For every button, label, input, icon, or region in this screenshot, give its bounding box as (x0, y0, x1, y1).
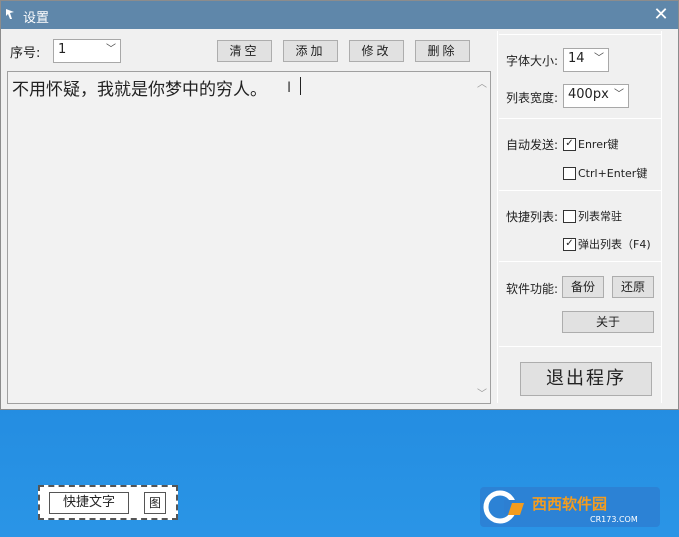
edit-button[interactable]: 修改 (349, 40, 404, 62)
divider (499, 190, 661, 191)
chevron-down-icon: ﹀ (106, 44, 116, 55)
quicklist-label: 快捷列表: (506, 210, 559, 224)
sequence-value: 1 (58, 42, 67, 57)
sequence-select[interactable]: 1 ﹀ (53, 39, 121, 63)
enter-checkbox[interactable]: ✓ Enrer键 (563, 136, 619, 152)
chevron-down-icon: ﹀ (594, 53, 604, 64)
scroll-up-icon[interactable]: ︿ (474, 75, 490, 90)
settings-window: 设置 ✕ 序号: 1 ﹀ 清空 添加 修改 删除 不用怀疑，我就是你梦中的穷人。… (0, 0, 679, 410)
watermark-logo: 西西软件园 CR173.COM (480, 487, 660, 527)
clear-button[interactable]: 清空 (217, 40, 272, 62)
about-button[interactable]: 关于 (562, 311, 654, 333)
ctrl-enter-checkbox[interactable]: Ctrl+Enter键 (563, 165, 647, 181)
ctrl-enter-label: Ctrl+Enter键 (578, 167, 648, 180)
editor-content: 不用怀疑，我就是你梦中的穷人。 (12, 80, 267, 100)
exit-button[interactable]: 退出程序 (520, 362, 652, 396)
checkbox-box (563, 166, 576, 180)
restore-button[interactable]: 还原 (612, 276, 654, 298)
app-icon (6, 9, 14, 19)
font-size-label: 字体大小: (506, 54, 559, 68)
text-caret (300, 77, 301, 95)
add-button[interactable]: 添加 (283, 40, 338, 62)
font-size-value: 14 (568, 51, 585, 66)
sequence-label: 序号: (10, 46, 41, 61)
title-bar[interactable]: 设置 ✕ (1, 1, 678, 29)
vertical-scrollbar[interactable]: ︿ ﹀ (474, 73, 490, 403)
divider (499, 261, 661, 262)
list-pin-checkbox[interactable]: 列表常驻 (563, 208, 622, 224)
scroll-down-icon[interactable]: ﹀ (474, 385, 490, 400)
quick-widget[interactable]: 快捷文字 图 (38, 485, 178, 520)
divider (499, 118, 661, 119)
enter-label: Enrer键 (578, 138, 619, 151)
backup-button[interactable]: 备份 (562, 276, 604, 298)
list-width-select[interactable]: 400px ﹀ (563, 84, 629, 108)
popup-list-label: 弹出列表（F4) (578, 238, 651, 251)
chevron-down-icon: ﹀ (614, 89, 624, 100)
checkbox-box: ✓ (563, 137, 576, 151)
software-label: 软件功能: (506, 282, 559, 296)
quick-text-button[interactable]: 快捷文字 (49, 492, 129, 514)
checkbox-box (563, 209, 576, 223)
close-icon[interactable]: ✕ (649, 3, 673, 27)
divider (499, 346, 661, 347)
panel-divider (497, 31, 498, 403)
text-editor[interactable]: 不用怀疑，我就是你梦中的穷人。 I ︿ ﹀ (7, 71, 491, 404)
font-size-select[interactable]: 14 ﹀ (563, 48, 609, 72)
divider (499, 34, 661, 35)
list-width-label: 列表宽度: (506, 91, 559, 105)
window-title: 设置 (23, 11, 50, 26)
panel-divider (661, 31, 662, 403)
image-button[interactable]: 图 (144, 492, 166, 514)
ibeam-cursor-icon: I (287, 80, 292, 96)
watermark-url: CR173.COM (590, 515, 638, 524)
delete-button[interactable]: 删除 (415, 40, 470, 62)
list-width-value: 400px (568, 87, 609, 102)
checkbox-box: ✓ (563, 237, 576, 251)
popup-list-checkbox[interactable]: ✓ 弹出列表（F4) (563, 236, 651, 252)
autosend-label: 自动发送: (506, 138, 559, 152)
watermark-brand: 西西软件园 (532, 495, 607, 513)
list-pin-label: 列表常驻 (578, 210, 622, 223)
